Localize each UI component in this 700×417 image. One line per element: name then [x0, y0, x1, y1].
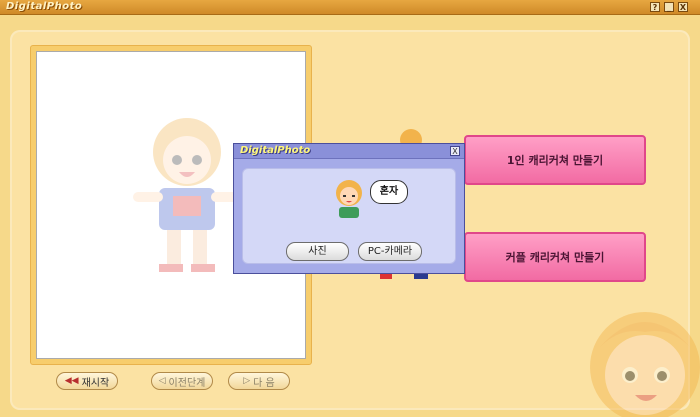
- solo-caricature-button[interactable]: 1인 캐리커쳐 만들기: [464, 135, 646, 185]
- previous-step-button[interactable]: ◁ 이전단계: [151, 372, 213, 390]
- close-icon[interactable]: X: [678, 2, 688, 12]
- previous-step-label: 이전단계: [168, 377, 206, 389]
- prev-icon: ◁: [158, 376, 166, 386]
- next-label: 다 음: [253, 377, 275, 389]
- couple-caricature-button[interactable]: 커플 캐리커쳐 만들기: [464, 232, 646, 282]
- rewind-icon: ◀◀: [64, 376, 79, 386]
- dialog-content-panel: 혼자: [242, 168, 456, 264]
- mode-select-dialog: DigitalPhoto X 혼자 사진 PC-카메라: [233, 143, 465, 274]
- speech-bubble: 혼자: [370, 180, 408, 204]
- play-icon: ▷: [243, 376, 251, 386]
- title-bar: DigitalPhoto ? _ X: [0, 0, 700, 15]
- dialog-title: DigitalPhoto: [240, 145, 311, 156]
- solo-character-icon: [336, 180, 362, 218]
- restart-button[interactable]: ◀◀ 재시작: [56, 372, 118, 390]
- decorative-character-illustration: [590, 312, 700, 417]
- dialog-close-icon[interactable]: X: [450, 146, 460, 156]
- restart-label: 재시작: [81, 377, 110, 389]
- next-button[interactable]: ▷ 다 음: [228, 372, 290, 390]
- dialog-title-bar: DigitalPhoto X: [234, 144, 464, 159]
- minimize-icon[interactable]: _: [664, 2, 674, 12]
- help-icon[interactable]: ?: [650, 2, 660, 12]
- character-preview-icon: [133, 118, 241, 272]
- photo-button[interactable]: 사진: [286, 242, 349, 261]
- pc-camera-button[interactable]: PC-카메라: [358, 242, 422, 261]
- window-title: DigitalPhoto: [6, 1, 83, 12]
